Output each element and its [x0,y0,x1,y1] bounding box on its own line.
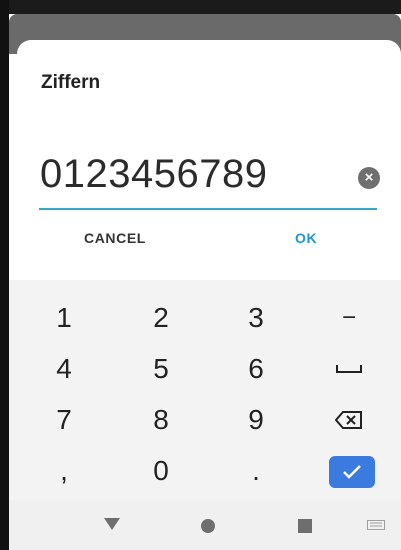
ok-button[interactable]: OK [295,230,317,246]
status-bar [0,0,401,14]
key-8[interactable]: 8 [121,398,201,442]
space-key[interactable] [309,347,389,391]
keyboard-icon[interactable] [367,520,385,530]
home-icon[interactable] [200,518,216,534]
space-icon [336,365,362,373]
back-icon[interactable] [103,516,121,532]
key-minus[interactable]: − [309,296,389,340]
system-navigation-bar [9,500,401,550]
dialog-actions: CANCEL OK [17,230,401,270]
done-key[interactable] [329,456,375,488]
dialog-title: Ziffern [41,72,101,93]
backspace-icon [335,411,362,429]
key-4[interactable]: 4 [24,347,104,391]
number-input[interactable]: 0123456789 × [39,152,380,210]
checkmark-icon [343,465,361,479]
key-6[interactable]: 6 [216,347,296,391]
key-7[interactable]: 7 [24,398,104,442]
key-comma[interactable]: , [24,449,104,493]
key-5[interactable]: 5 [121,347,201,391]
key-3[interactable]: 3 [216,296,296,340]
clear-input-icon[interactable]: × [358,167,380,189]
key-0[interactable]: 0 [121,449,201,493]
backspace-key[interactable] [309,398,389,442]
key-9[interactable]: 9 [216,398,296,442]
key-2[interactable]: 2 [121,296,201,340]
cancel-button[interactable]: CANCEL [84,230,146,246]
screen: Ziffern 0123456789 × CANCEL OK 1 2 3 − 4… [0,0,401,550]
recents-icon[interactable] [297,518,313,534]
number-input-dialog: Ziffern 0123456789 × CANCEL OK [17,40,401,280]
input-underline [39,208,377,210]
key-period[interactable]: . [216,449,296,493]
numeric-keyboard: 1 2 3 − 4 5 6 7 8 9 , 0 . [9,280,401,500]
number-input-value: 0123456789 [40,152,268,196]
key-1[interactable]: 1 [24,296,104,340]
edge-shadow [0,0,9,550]
